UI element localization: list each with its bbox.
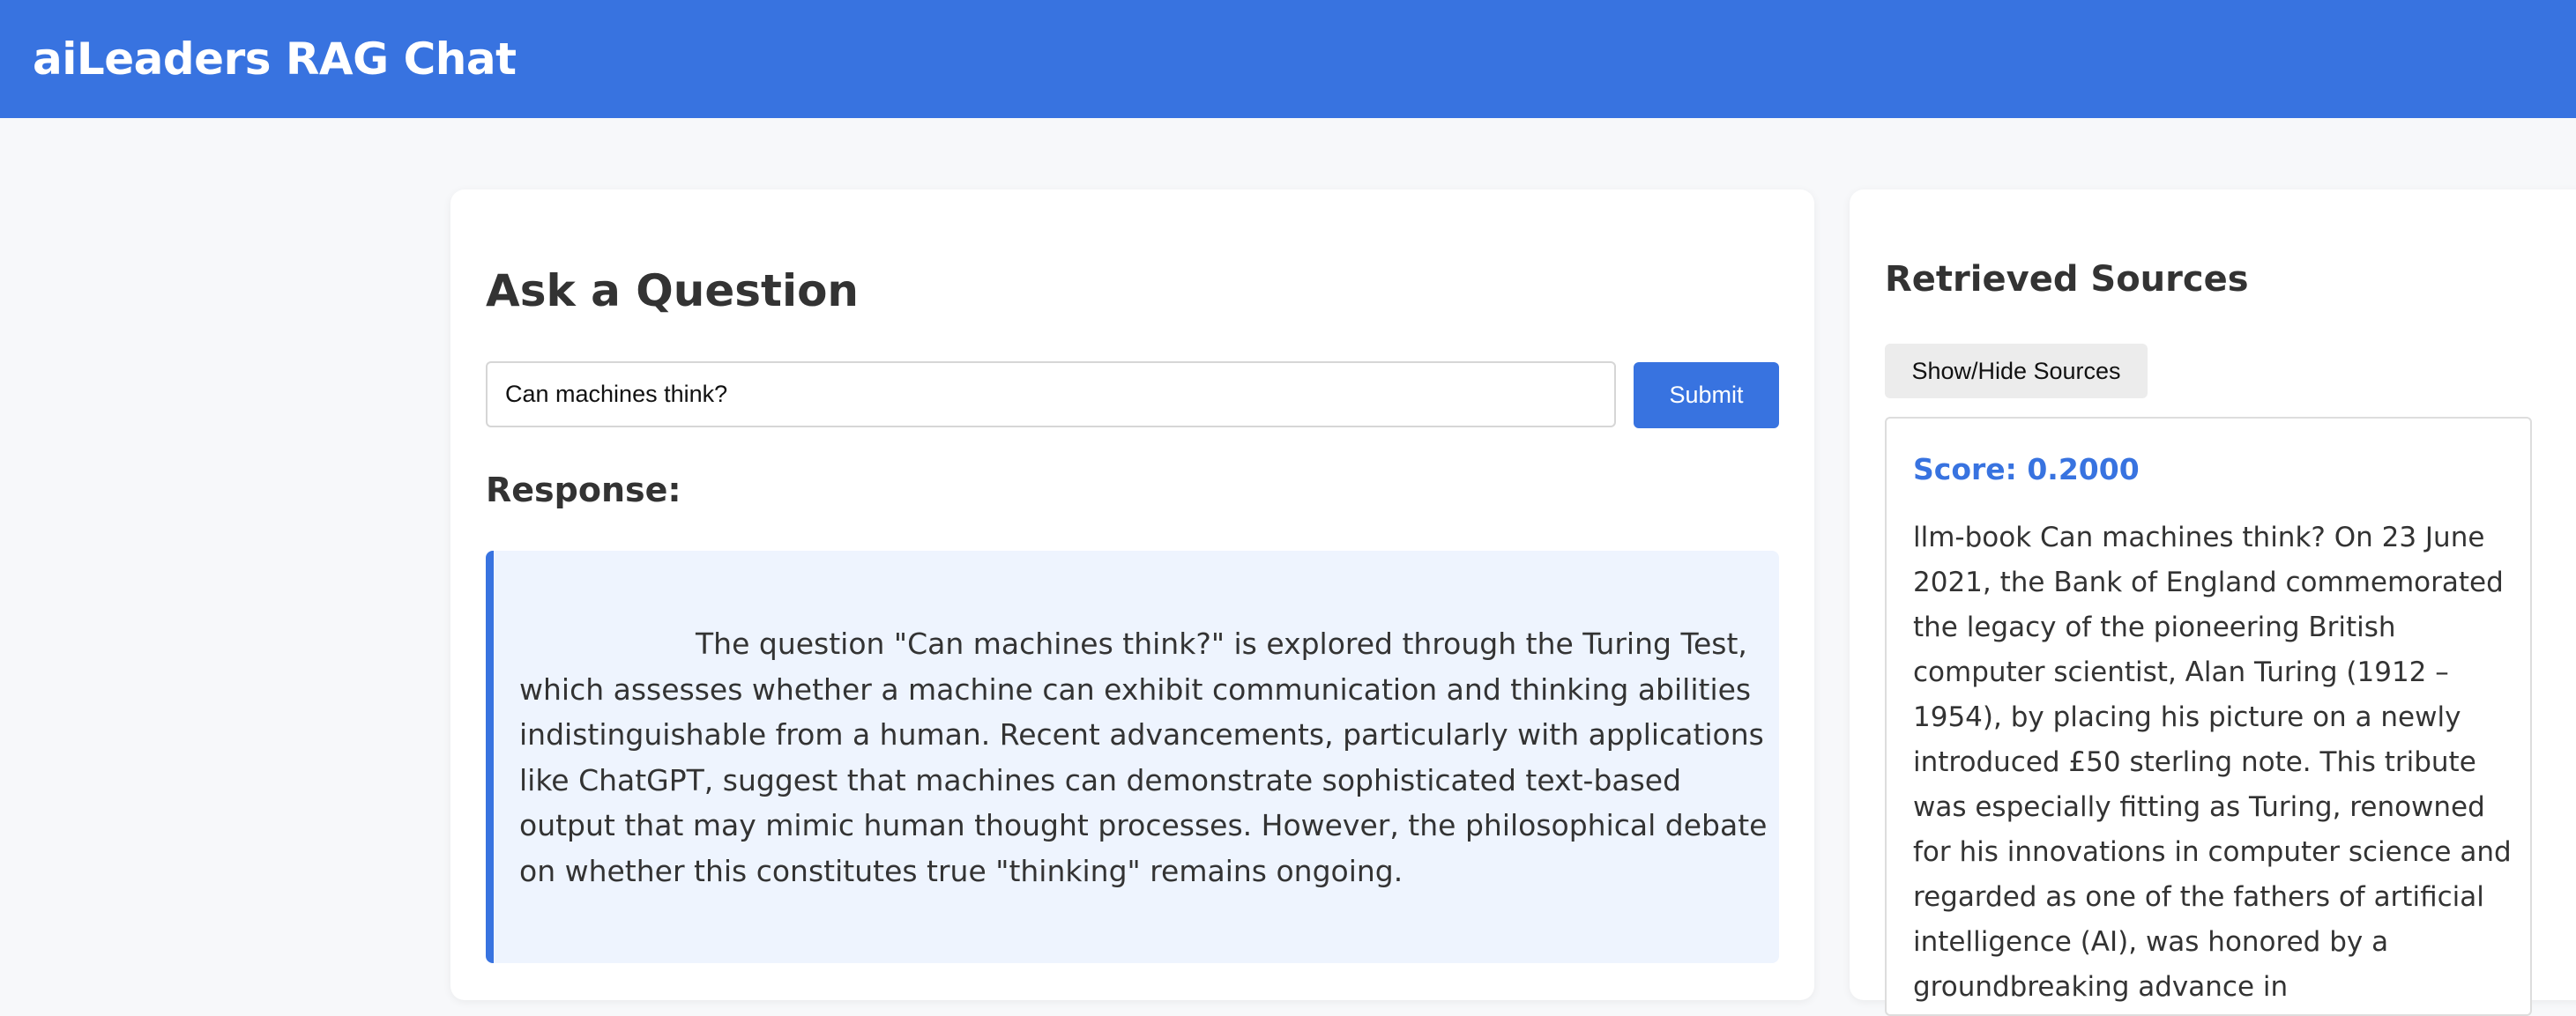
source-score: Score: 0.2000 <box>1913 452 2140 486</box>
question-heading: Ask a Question <box>486 265 860 316</box>
source-card: Score: 0.2000 llm-book Can machines thin… <box>1885 417 2532 1016</box>
question-panel: Ask a Question Submit Response: The ques… <box>450 189 1814 1000</box>
app-title: aiLeaders RAG Chat <box>33 33 517 85</box>
submit-button[interactable]: Submit <box>1634 362 1779 428</box>
response-box: The question "Can machines think?" is ex… <box>486 551 1779 963</box>
sources-heading: Retrieved Sources <box>1885 259 2249 300</box>
app-header: aiLeaders RAG Chat <box>0 0 2576 118</box>
response-heading: Response: <box>486 471 681 509</box>
response-text: The question "Can machines think?" is ex… <box>519 627 1768 888</box>
sources-panel: Retrieved Sources Show/Hide Sources Scor… <box>1850 189 2576 1016</box>
toggle-sources-button[interactable]: Show/Hide Sources <box>1885 344 2148 398</box>
question-input[interactable] <box>486 361 1616 427</box>
source-text: llm-book Can machines think? On 23 June … <box>1913 522 2512 1003</box>
